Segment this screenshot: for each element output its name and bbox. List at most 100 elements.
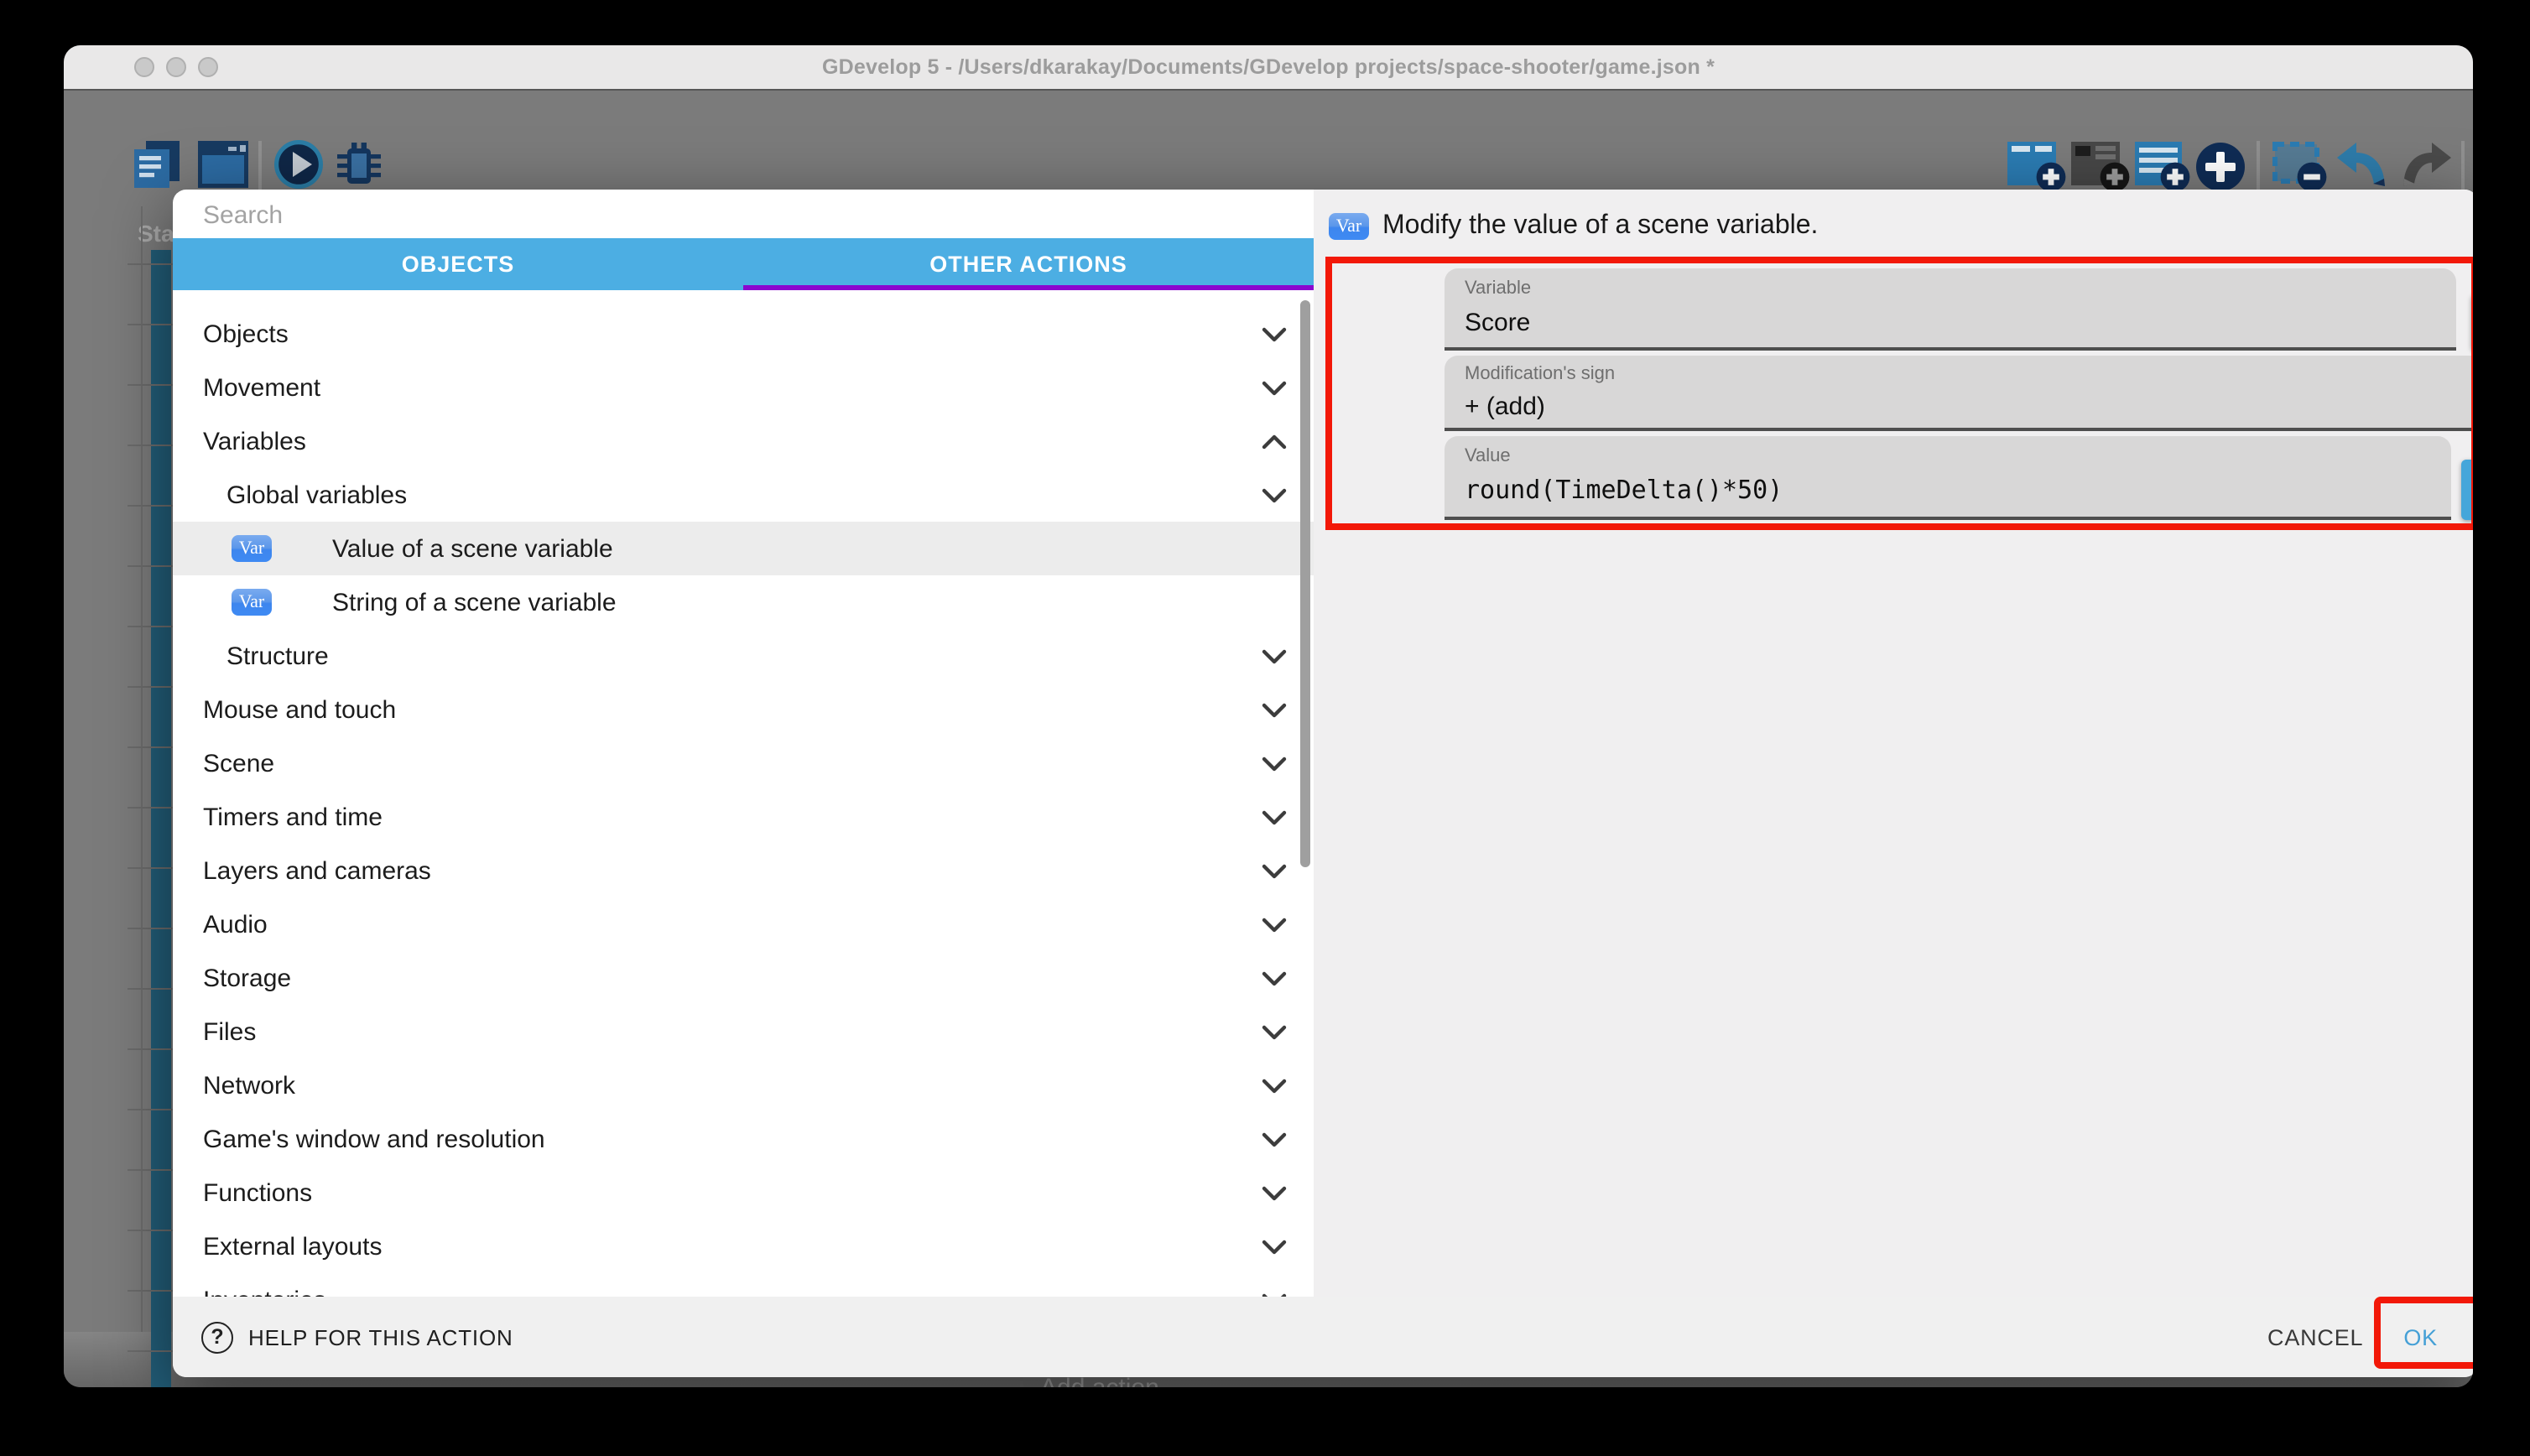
category-label: String of a scene variable xyxy=(332,588,617,616)
category-row-movement[interactable]: Movement xyxy=(173,361,1314,414)
events-row-line xyxy=(128,988,173,990)
category-row-files[interactable]: Files xyxy=(173,1005,1314,1058)
events-row-line xyxy=(128,1230,173,1231)
events-conditions-column xyxy=(151,1332,171,1387)
redo-icon[interactable] xyxy=(2399,141,2453,188)
category-label: Structure xyxy=(226,642,329,670)
add-event-icon[interactable] xyxy=(2007,141,2067,193)
help-label: HELP FOR THIS ACTION xyxy=(248,1324,513,1349)
category-label: Movement xyxy=(203,373,320,402)
events-row-line xyxy=(128,505,173,507)
var-icon: Var xyxy=(232,589,272,616)
category-list: Objects Movement Variables Global variab… xyxy=(173,307,1314,1297)
category-label: Audio xyxy=(203,910,268,939)
toolbar-separator xyxy=(2461,141,2464,191)
chevron-down-icon xyxy=(1262,487,1287,502)
chevron-down-icon xyxy=(1262,1239,1287,1254)
category-row-game-s-window-and-resolution[interactable]: Game's window and resolution xyxy=(173,1112,1314,1166)
project-manager-icon[interactable] xyxy=(134,141,181,188)
category-label: Objects xyxy=(203,320,289,348)
category-row-scene[interactable]: Scene xyxy=(173,736,1314,790)
modification-sign-label: Modification's sign xyxy=(1465,364,1615,384)
add-new-icon[interactable] xyxy=(2194,141,2246,193)
chevron-down-icon xyxy=(1262,1024,1287,1039)
window-titlebar: GDevelop 5 - /Users/dkarakay/Documents/G… xyxy=(64,45,2473,91)
category-row-inventories[interactable]: Inventories xyxy=(173,1273,1314,1297)
category-row-mouse-and-touch[interactable]: Mouse and touch xyxy=(173,683,1314,736)
category-list-scrollbar[interactable] xyxy=(1300,300,1310,867)
chevron-down-icon xyxy=(1262,756,1287,771)
value-field[interactable]: Value round(TimeDelta()*50) xyxy=(1445,436,2451,520)
category-label: Files xyxy=(203,1017,256,1046)
category-row-timers-and-time[interactable]: Timers and time xyxy=(173,790,1314,844)
category-row-network[interactable]: Network xyxy=(173,1058,1314,1112)
toolbar-separator xyxy=(258,141,261,191)
expression-builder-button[interactable]: Σ 123 xyxy=(2461,460,2473,520)
help-button[interactable]: ? HELP FOR THIS ACTION xyxy=(201,1321,513,1353)
category-label: External layouts xyxy=(203,1232,382,1261)
category-label: Storage xyxy=(203,964,291,992)
tab-other-actions[interactable]: OTHER ACTIONS xyxy=(743,238,1314,290)
category-row-string-of-a-scene-variable[interactable]: Var String of a scene variable xyxy=(173,575,1314,629)
cancel-button[interactable]: CANCEL xyxy=(2247,1311,2383,1363)
chevron-down-icon xyxy=(1262,1078,1287,1093)
modification-sign-select[interactable]: Modification's sign + (add) xyxy=(1445,356,2473,431)
category-row-functions[interactable]: Functions xyxy=(173,1166,1314,1219)
chevron-down-icon xyxy=(1262,380,1287,395)
ok-button[interactable]: OK xyxy=(2403,1324,2438,1349)
events-row-line xyxy=(128,746,173,748)
category-label: Network xyxy=(203,1071,295,1100)
chevron-down-icon xyxy=(1262,917,1287,932)
gdevelop-window: GDevelop 5 - /Users/dkarakay/Documents/G… xyxy=(64,45,2473,1387)
category-row-layers-and-cameras[interactable]: Layers and cameras xyxy=(173,844,1314,897)
variable-field[interactable]: Variable Score xyxy=(1445,268,2456,351)
category-row-value-of-a-scene-variable[interactable]: Var Value of a scene variable xyxy=(173,522,1314,575)
events-row-line xyxy=(128,1109,173,1110)
category-row-external-layouts[interactable]: External layouts xyxy=(173,1219,1314,1273)
chevron-down-icon xyxy=(1262,702,1287,717)
category-label: Variables xyxy=(203,427,306,455)
events-row-line xyxy=(128,384,173,386)
chevron-up-icon xyxy=(1262,434,1287,449)
delete-selection-icon[interactable] xyxy=(2272,141,2329,193)
variable-field-value: Score xyxy=(1465,309,1530,337)
events-row-line xyxy=(128,867,173,869)
toolbar-separator xyxy=(2257,141,2259,191)
category-row-structure[interactable]: Structure xyxy=(173,629,1314,683)
scene-editor-icon[interactable] xyxy=(198,141,248,188)
category-label: Global variables xyxy=(226,481,407,509)
var-icon: Var xyxy=(232,535,272,562)
events-row-line xyxy=(128,1290,173,1292)
category-label: Layers and cameras xyxy=(203,856,431,885)
search-input[interactable] xyxy=(200,190,1179,242)
category-label: Inventories xyxy=(203,1286,326,1297)
events-row-line xyxy=(128,263,173,265)
add-subevent-icon[interactable] xyxy=(2070,141,2131,193)
tab-objects[interactable]: OBJECTS xyxy=(173,238,743,290)
background-scene-tab: Sta xyxy=(138,220,174,247)
undo-icon[interactable] xyxy=(2335,141,2389,188)
preview-play-icon[interactable] xyxy=(273,139,324,190)
events-row-line xyxy=(128,565,173,567)
chevron-down-icon xyxy=(1262,970,1287,985)
events-row-line xyxy=(128,686,173,688)
modification-sign-value: + (add) xyxy=(1465,393,1545,421)
add-comment-icon[interactable] xyxy=(2134,141,2191,193)
open-variable-editor-button[interactable] xyxy=(2471,294,2473,351)
category-row-variables[interactable]: Variables xyxy=(173,414,1314,468)
tabbar: OBJECTS OTHER ACTIONS xyxy=(173,238,1314,290)
events-row-line xyxy=(128,1169,173,1171)
category-label: Mouse and touch xyxy=(203,695,396,724)
chevron-down-icon xyxy=(1262,648,1287,663)
category-row-audio[interactable]: Audio xyxy=(173,897,1314,951)
debug-icon[interactable] xyxy=(334,141,384,188)
category-label: Scene xyxy=(203,749,274,777)
chevron-down-icon xyxy=(1262,863,1287,878)
category-row-storage[interactable]: Storage xyxy=(173,951,1314,1005)
category-row-objects[interactable]: Objects xyxy=(173,307,1314,361)
category-row-global-variables[interactable]: Global variables xyxy=(173,468,1314,522)
events-row-line xyxy=(128,1048,173,1050)
value-field-label: Value xyxy=(1465,446,1511,466)
chevron-down-icon xyxy=(1262,326,1287,341)
events-row-line xyxy=(128,807,173,809)
